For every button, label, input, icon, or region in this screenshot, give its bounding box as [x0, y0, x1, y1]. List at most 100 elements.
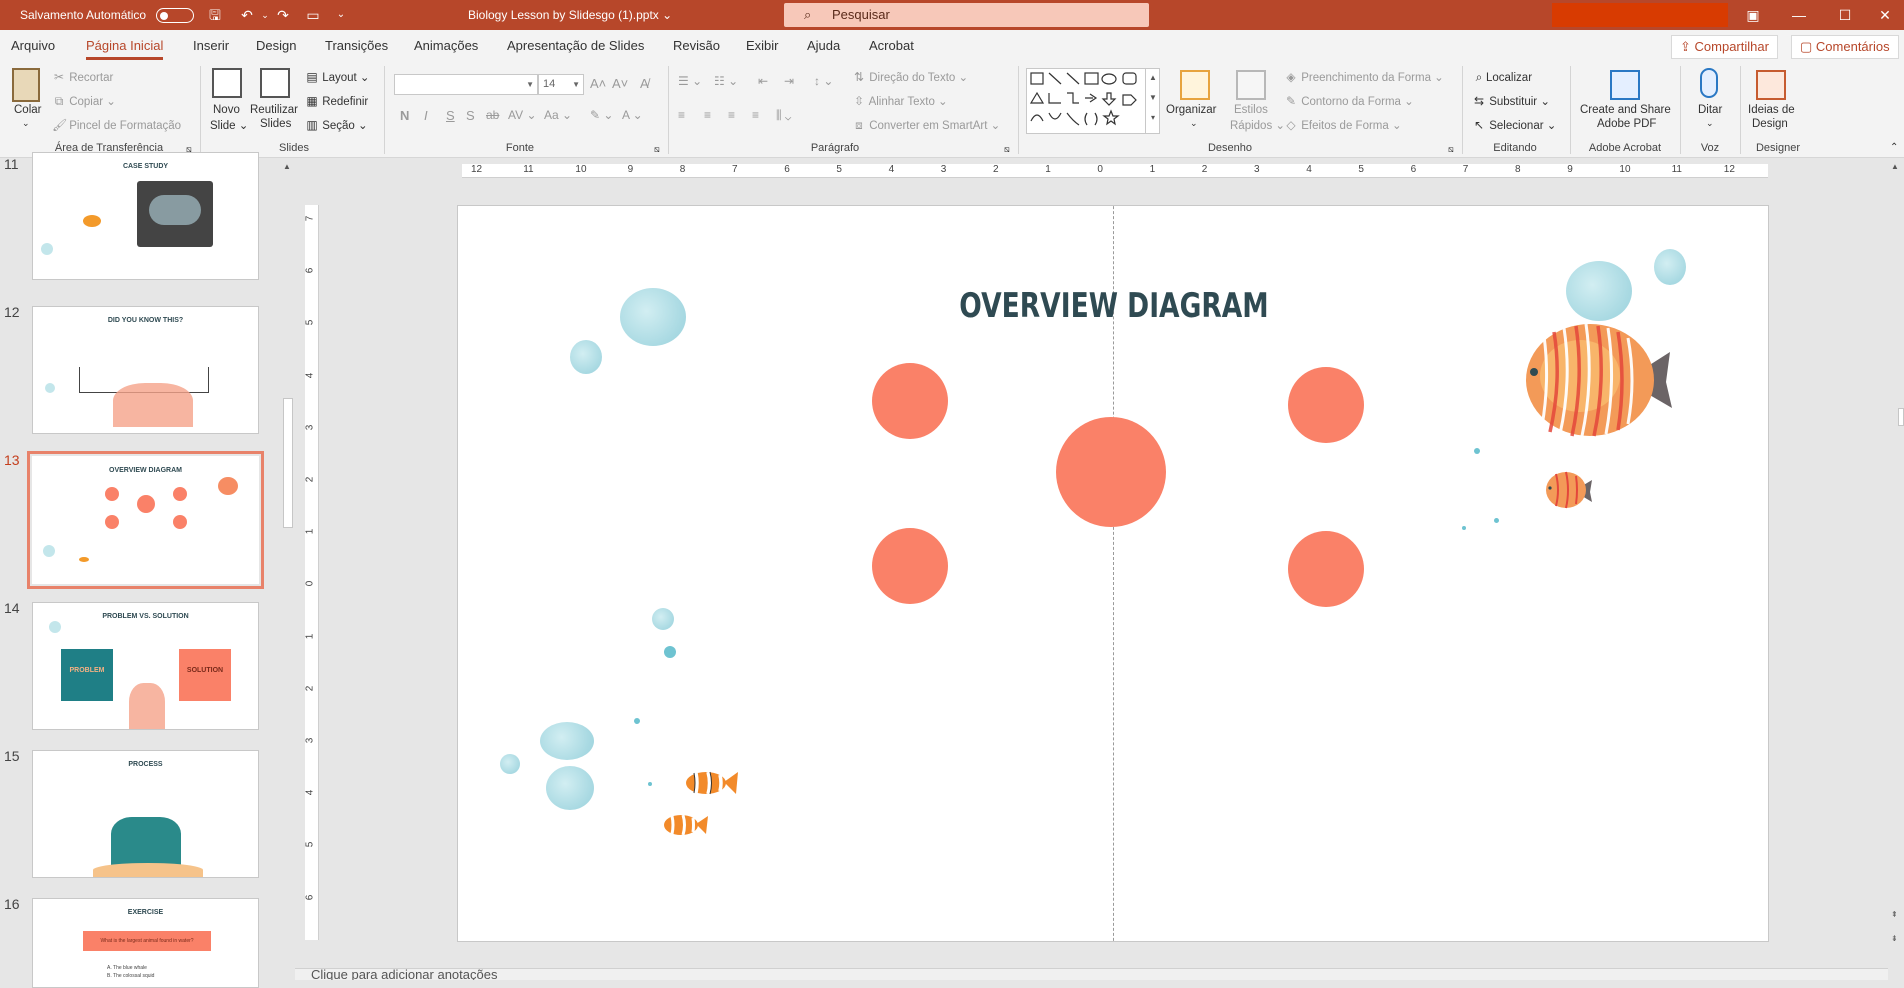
shape-effects-button[interactable]: ◇ Efeitos de Forma ⌄ — [1284, 118, 1401, 132]
thumbnail-scrollbar[interactable]: ▲ — [281, 158, 295, 980]
paragraph-launcher-icon[interactable]: ⧅ — [1004, 144, 1010, 155]
shrink-font-icon[interactable]: A˅ — [612, 76, 628, 91]
scroll-thumb[interactable] — [1898, 408, 1904, 426]
dictate-button[interactable]: Ditar — [1698, 104, 1722, 116]
highlight-icon[interactable]: ✎ ⌄ — [590, 108, 613, 122]
bubble-image[interactable] — [620, 288, 686, 346]
document-title[interactable]: Biology Lesson by Slidesgo (1).pptx ⌄ — [468, 0, 672, 30]
tab-transicoes[interactable]: Transições — [325, 30, 388, 62]
slide-canvas[interactable]: OVERVIEW DIAGRAM — [457, 205, 1769, 942]
tab-ajuda[interactable]: Ajuda — [807, 30, 840, 62]
align-left-icon[interactable]: ≡ — [678, 108, 685, 122]
bubble-image[interactable] — [540, 722, 594, 760]
find-button[interactable]: ⌕ Localizar — [1472, 70, 1532, 85]
text-direction-button[interactable]: ⇅ Direção do Texto ⌄ — [852, 70, 968, 84]
create-pdf-label-2[interactable]: Adobe PDF — [1597, 118, 1656, 130]
microphone-icon[interactable] — [1700, 68, 1718, 98]
paste-button[interactable]: Colar — [14, 104, 41, 116]
slide-thumbnail-11[interactable]: CASE STUDY — [32, 152, 259, 280]
design-ideas-icon[interactable] — [1756, 70, 1786, 100]
drawing-launcher-icon[interactable]: ⧅ — [1448, 144, 1454, 155]
line-spacing-icon[interactable]: ↕ ⌄ — [814, 74, 833, 88]
cut-button[interactable]: ✂ Recortar — [52, 70, 113, 84]
bubble-image[interactable] — [1566, 261, 1632, 321]
layout-button[interactable]: ▤ Layout ⌄ — [305, 70, 369, 84]
slide-thumbnail-15[interactable]: PROCESS — [32, 750, 259, 878]
bubble-image[interactable] — [664, 646, 676, 658]
char-spacing-icon[interactable]: AV ⌄ — [508, 108, 537, 122]
slide-thumbnail-16[interactable]: EXERCISE What is the largest animal foun… — [32, 898, 259, 988]
bold-button[interactable]: N — [400, 108, 409, 123]
slide-thumbnail-12[interactable]: DID YOU KNOW THIS? — [32, 306, 259, 434]
increase-indent-icon[interactable]: ⇥ — [784, 74, 794, 88]
undo-dropdown-icon[interactable]: ⌄ — [256, 6, 274, 24]
search-box[interactable]: ⌕ Pesquisar — [784, 3, 1149, 27]
slide-thumbnail-13[interactable]: OVERVIEW DIAGRAM — [27, 451, 264, 589]
slide-thumbnail-14[interactable]: PROBLEM VS. SOLUTION PROBLEM SOLUTION — [32, 602, 259, 730]
ribbon-display-icon[interactable]: ▣ — [1730, 0, 1776, 30]
editor-scrollbar[interactable]: ▲ ⇞ ⇟ — [1888, 158, 1904, 980]
tab-inserir[interactable]: Inserir — [193, 30, 229, 62]
font-name-combo[interactable]: ▼ — [394, 74, 538, 95]
paste-icon[interactable] — [12, 68, 40, 102]
save-icon[interactable]: 🖫 — [206, 6, 224, 24]
tab-exibir[interactable]: Exibir — [746, 30, 779, 62]
arrange-icon[interactable] — [1180, 70, 1210, 100]
shape-fill-button[interactable]: ◈ Preenchimento da Forma ⌄ — [1284, 70, 1443, 84]
select-button[interactable]: ↖ Selecionar ⌄ — [1472, 118, 1556, 132]
tab-acrobat[interactable]: Acrobat — [869, 30, 914, 62]
copy-button[interactable]: ⧉ Copiar ⌄ — [52, 94, 116, 109]
reuse-slides-label-1[interactable]: Reutilizar — [250, 104, 298, 116]
font-size-combo[interactable]: 14 ▼ — [538, 74, 584, 95]
bubble-image[interactable] — [1654, 249, 1686, 285]
quick-styles-label-1[interactable]: Estilos — [1234, 104, 1268, 116]
bullets-icon[interactable]: ☰ ⌄ — [678, 74, 702, 88]
shadow-button[interactable]: S — [466, 108, 475, 123]
decrease-indent-icon[interactable]: ⇤ — [758, 74, 768, 88]
underline-button[interactable]: S — [446, 108, 455, 123]
create-pdf-icon[interactable] — [1610, 70, 1640, 100]
arrange-dropdown-icon[interactable]: ⌄ — [1190, 118, 1198, 129]
collapse-ribbon-icon[interactable]: ⌃ — [1890, 142, 1898, 153]
justify-icon[interactable]: ≡ — [752, 108, 759, 122]
minimize-icon[interactable]: — — [1776, 0, 1822, 30]
tab-apresentacao[interactable]: Apresentação de Slides — [507, 30, 644, 62]
new-slide-label-1[interactable]: Novo — [213, 104, 240, 116]
smartart-button[interactable]: ⧈ Converter em SmartArt ⌄ — [852, 118, 1000, 133]
bubble-image[interactable] — [652, 608, 674, 630]
close-icon[interactable]: ✕ — [1862, 0, 1904, 30]
reuse-slides-icon[interactable] — [260, 68, 290, 98]
change-case-icon[interactable]: Aa ⌄ — [544, 108, 572, 122]
clownfish-image[interactable] — [662, 810, 710, 840]
small-angelfish-image[interactable] — [1544, 468, 1594, 512]
design-ideas-label-2[interactable]: Design — [1752, 118, 1788, 130]
tab-revisao[interactable]: Revisão — [673, 30, 720, 62]
customize-qat-icon[interactable]: ⌄ — [332, 6, 350, 24]
grow-font-icon[interactable]: A˄ — [590, 76, 606, 91]
clownfish-image[interactable] — [684, 766, 740, 800]
next-slide-icon[interactable]: ⇟ — [1891, 934, 1898, 943]
prev-slide-icon[interactable]: ⇞ — [1891, 910, 1898, 919]
user-account[interactable] — [1552, 3, 1728, 27]
tab-animacoes[interactable]: Animações — [414, 30, 478, 62]
reset-button[interactable]: ▦ Redefinir — [305, 94, 368, 108]
slide-title[interactable]: OVERVIEW DIAGRAM — [602, 286, 1625, 326]
diagram-circle-top-left[interactable] — [872, 363, 948, 439]
diagram-circle-top-right[interactable] — [1288, 367, 1364, 443]
autosave-toggle[interactable] — [156, 8, 194, 23]
shapes-gallery[interactable] — [1026, 68, 1160, 134]
new-slide-label-2[interactable]: Slide ⌄ — [210, 118, 248, 132]
italic-button[interactable]: I — [424, 108, 428, 123]
new-slide-icon[interactable] — [212, 68, 242, 98]
tab-design[interactable]: Design — [256, 30, 296, 62]
scroll-thumb[interactable] — [283, 398, 293, 528]
angelfish-image[interactable] — [1520, 316, 1680, 446]
diagram-circle-bottom-left[interactable] — [872, 528, 948, 604]
numbering-icon[interactable]: ☷ ⌄ — [714, 74, 738, 88]
bubble-image[interactable] — [570, 340, 602, 374]
arrange-button[interactable]: Organizar — [1166, 104, 1217, 116]
scroll-up-icon[interactable]: ▲ — [1891, 162, 1899, 171]
quick-styles-label-2[interactable]: Rápidos ⌄ — [1230, 118, 1285, 132]
font-color-icon[interactable]: A ⌄ — [622, 108, 643, 122]
diagram-circle-bottom-right[interactable] — [1288, 531, 1364, 607]
